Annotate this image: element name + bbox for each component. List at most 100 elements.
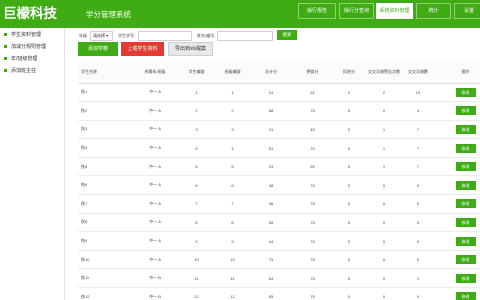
cell-action: 修改 (433, 120, 480, 140)
export-xls-button[interactable]: 导出到xls檔案 (168, 42, 213, 56)
col-header-action: 操作 (433, 61, 480, 84)
nav-settings[interactable]: 设置 (454, 3, 480, 19)
cell-cls-no: 6 (215, 175, 250, 196)
sidebar-item-grade-class[interactable]: 年/班级管理 (4, 54, 64, 64)
cell-cls-no: 3 (215, 120, 250, 140)
cell-warn: 0 (365, 231, 403, 251)
edit-button[interactable]: 修改 (455, 255, 476, 265)
edit-button[interactable]: 修改 (455, 180, 476, 190)
cell-class: 中一 A (132, 231, 178, 251)
nav-conduct-report[interactable]: 操行报告 (298, 3, 336, 19)
student-table: 学生名称 所属年/班级 学生编號 班级编號 总计分 德育分 扣除分 欠交功课警告… (78, 61, 480, 300)
edit-button[interactable]: 修改 (455, 87, 476, 97)
add-student-button[interactable]: 添加学籍 (78, 42, 118, 56)
name-input[interactable] (217, 31, 273, 41)
edit-button[interactable]: 修改 (455, 199, 476, 209)
cell-moral: 75 (292, 213, 333, 233)
cell-moral: 75 (292, 268, 333, 289)
cell-deduct: 0 (333, 231, 365, 251)
cell-warn: 0 (365, 287, 403, 300)
cell-name: 佚8 (78, 213, 132, 233)
table-row: 佚10 中一 A 10 10 75 75 0 0 0 修改 (78, 250, 480, 270)
cell-action: 修改 (433, 83, 480, 103)
sidebar: 学生资料管理 加减分规则管理 年/班级管理 添加班主任 (0, 28, 65, 300)
cell-class: 中一 A (132, 101, 178, 121)
edit-button[interactable]: 修改 (455, 236, 476, 246)
cell-owe: 1 (403, 268, 433, 289)
cell-owe: 0 (403, 194, 433, 214)
cell-cls-no: 11 (215, 268, 250, 289)
year-label: 年级 (79, 33, 87, 38)
cell-action: 修改 (433, 138, 480, 158)
edit-button[interactable]: 修改 (455, 292, 476, 300)
table-row: 佚1 中一 A 1 1 24 92 2 2 19 修改 (78, 83, 480, 103)
table-row: 佚9 中一 A 9 9 44 75 0 0 0 修改 (78, 231, 480, 251)
col-header-total: 总计分 (250, 61, 292, 84)
cell-warn: 2 (365, 83, 403, 103)
sidebar-item-add-teacher[interactable]: 添加班主任 (4, 66, 64, 76)
cell-stu-no: 11 (178, 268, 215, 289)
table-row: 佚8 中一 A 8 8 65 75 0 0 0 修改 (78, 213, 480, 233)
cell-warn: 1 (365, 157, 403, 177)
cell-owe: 4 (403, 101, 433, 121)
nav-statistics[interactable]: 统计 (416, 3, 451, 19)
cell-name: 佚9 (78, 231, 132, 251)
cell-owe: 0 (403, 175, 433, 196)
upload-student-button[interactable]: 上载学生资料 (121, 42, 164, 56)
nav-conduct-query[interactable]: 操行分查询 (339, 3, 374, 19)
table-header-row: 学生名称 所属年/班级 学生编號 班级编號 总计分 德育分 扣除分 欠交功课警告… (78, 61, 480, 84)
cell-total: 51 (250, 138, 292, 158)
year-select[interactable]: 请选择 ▾ (90, 31, 113, 41)
cell-total: 31 (250, 120, 292, 140)
student-no-label: 学生学号: (118, 33, 136, 38)
cell-moral: 75 (292, 231, 333, 251)
bullet-icon (4, 69, 7, 73)
search-button[interactable]: 搜索 (277, 30, 297, 40)
student-no-input[interactable] (138, 31, 192, 41)
top-header: 巨檬科技 学分管理系统 操行报告 操行分查询 系统资料管理 统计 设置 (0, 0, 480, 28)
cell-action: 修改 (433, 213, 480, 233)
bullet-icon (4, 57, 7, 61)
cell-action: 修改 (433, 157, 480, 177)
col-header-warnings: 欠交功课警告次数 (365, 61, 403, 84)
cell-name: 佚3 (78, 120, 132, 140)
col-header-owed: 欠交功课數 (403, 61, 433, 84)
name-label: 姓名/编号: (197, 33, 216, 38)
cell-stu-no: 1 (178, 83, 215, 103)
cell-cls-no: 4 (215, 138, 250, 158)
cell-stu-no: 2 (178, 101, 215, 121)
cell-deduct: 0 (333, 250, 365, 270)
cell-owe: 0 (403, 231, 433, 251)
cell-owe: 0 (403, 287, 433, 300)
cell-moral: 75 (292, 287, 333, 300)
table-row: 佚2 中一 A 2 2 68 75 0 2 4 修改 (78, 101, 480, 121)
cell-deduct: 0 (333, 101, 365, 121)
cell-moral: 75 (292, 175, 333, 196)
cell-total: 65 (250, 213, 292, 233)
cell-class: 中一 B (132, 268, 178, 289)
cell-name: 佚2 (78, 101, 132, 121)
cell-action: 修改 (433, 287, 480, 300)
nav-system-data[interactable]: 系统资料管理 (376, 3, 413, 19)
cell-warn: 0 (365, 175, 403, 196)
edit-button[interactable]: 修改 (455, 217, 476, 227)
edit-button[interactable]: 修改 (455, 106, 476, 116)
edit-button[interactable]: 修改 (455, 143, 476, 153)
cell-action: 修改 (433, 231, 480, 251)
edit-button[interactable]: 修改 (455, 273, 476, 283)
cell-owe: 19 (403, 83, 433, 103)
cell-deduct: 0 (333, 194, 365, 214)
edit-button[interactable]: 修改 (455, 162, 476, 172)
table-row: 佚3 中一 A 3 3 31 45 0 1 7 修改 (78, 120, 480, 140)
bullet-icon (4, 45, 7, 49)
cell-owe: 7 (403, 120, 433, 140)
cell-owe: 0 (403, 213, 433, 233)
sidebar-item-score-rules[interactable]: 加减分规则管理 (4, 42, 64, 52)
cell-cls-no: 5 (215, 157, 250, 177)
sidebar-item-student-data[interactable]: 学生资料管理 (4, 30, 64, 40)
cell-name: 佚10 (78, 250, 132, 270)
cell-moral: 75 (292, 101, 333, 121)
table-row: 佚7 中一 A 7 7 38 75 0 0 0 修改 (78, 194, 480, 214)
edit-button[interactable]: 修改 (455, 124, 476, 134)
cell-action: 修改 (433, 268, 480, 289)
